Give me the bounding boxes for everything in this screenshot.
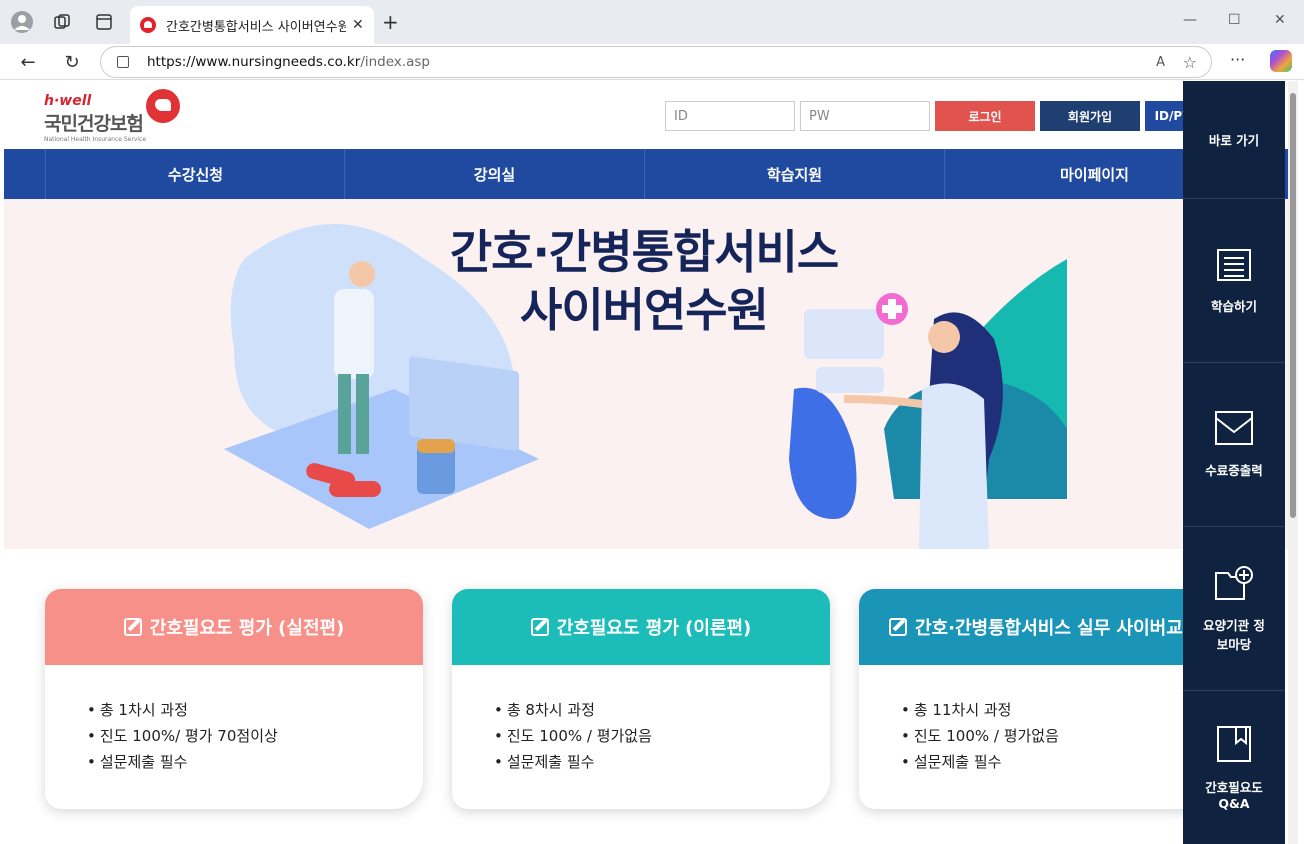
quick-item-institution-info[interactable]: 요양기관 정보마당 bbox=[1183, 527, 1285, 691]
tab-title: 간호간병통합서비스 사이버연수원 bbox=[166, 19, 346, 35]
hero-title-line1: 간호·간병통합서비스 bbox=[449, 225, 839, 279]
close-tab-icon[interactable]: ✕ bbox=[352, 17, 364, 33]
favicon-icon bbox=[140, 17, 156, 33]
hero-title-line2: 사이버연수원 bbox=[520, 283, 769, 337]
course-cards: 간호필요도 평가 (실전편) 총 1차시 과정 진도 100%/ 평가 70점이… bbox=[4, 549, 1298, 844]
nav-item-enroll[interactable]: 수강신청 bbox=[45, 149, 345, 199]
course-detail: 설문제출 필수 bbox=[87, 749, 423, 775]
url-host: https://www.nursingneeds.co.kr bbox=[147, 54, 361, 70]
edit-icon bbox=[530, 618, 549, 636]
edit-icon bbox=[123, 618, 142, 636]
scrollbar-thumb[interactable] bbox=[1290, 93, 1296, 518]
quick-menu: 바로 가기 학습하기 수료증출력 요양기관 정보마당 간호필요도 Q&A bbox=[1183, 81, 1285, 844]
lock-icon bbox=[117, 56, 129, 68]
minimize-icon[interactable]: — bbox=[1183, 12, 1197, 28]
more-menu-icon[interactable]: ··· bbox=[1230, 50, 1245, 69]
quick-item-certificate[interactable]: 수료증출력 bbox=[1183, 363, 1285, 527]
course-card-theory[interactable]: 간호필요도 평가 (이론편) 총 8차시 과정 진도 100% / 평가없음 설… bbox=[452, 589, 830, 809]
signup-button[interactable]: 회원가입 bbox=[1040, 101, 1140, 131]
maximize-icon[interactable]: ☐ bbox=[1228, 12, 1241, 28]
back-icon[interactable]: ← bbox=[16, 50, 40, 74]
course-card-head: 간호·간병통합서비스 실무 사이버교육 bbox=[859, 589, 1237, 665]
quick-item-qna[interactable]: 간호필요도 Q&A bbox=[1183, 691, 1285, 844]
workspaces-icon[interactable] bbox=[50, 10, 74, 34]
course-card-title: 간호필요도 평가 (실전편) bbox=[149, 618, 345, 639]
address-bar-row: ← ↻ https://www.nursingneeds.co.kr/index… bbox=[0, 44, 1304, 80]
tab-actions-icon[interactable] bbox=[92, 10, 116, 34]
course-detail: 총 8차시 과정 bbox=[494, 697, 830, 723]
nav-item-support[interactable]: 학습지원 bbox=[644, 149, 944, 199]
quick-item-label: 수료증출력 bbox=[1205, 463, 1263, 478]
main-nav: 수강신청 강의실 학습지원 마이페이지 bbox=[4, 149, 1298, 199]
browser-tab[interactable]: 간호간병통합서비스 사이버연수원 ✕ bbox=[130, 6, 374, 44]
read-aloud-icon[interactable]: A bbox=[1156, 55, 1165, 70]
document-icon bbox=[1217, 249, 1251, 281]
course-detail: 진도 100%/ 평가 70점이상 bbox=[87, 723, 423, 749]
course-card-details: 총 11차시 과정 진도 100% / 평가없음 설문제출 필수 bbox=[859, 665, 1237, 775]
course-card-details: 총 1차시 과정 진도 100%/ 평가 70점이상 설문제출 필수 bbox=[45, 665, 423, 775]
hero-banner: 간호·간병통합서비스 사이버연수원 bbox=[4, 199, 1298, 549]
quick-item-label: 요양기관 정보마당 bbox=[1203, 617, 1265, 652]
course-card-head: 간호필요도 평가 (실전편) bbox=[45, 589, 423, 665]
page-scrollbar[interactable] bbox=[1288, 81, 1298, 844]
hero-title: 간호·간병통합서비스 사이버연수원 bbox=[364, 223, 924, 339]
refresh-icon[interactable]: ↻ bbox=[60, 50, 84, 74]
url-path: /index.asp bbox=[360, 54, 430, 70]
login-button[interactable]: 로그인 bbox=[935, 101, 1035, 131]
course-detail: 설문제출 필수 bbox=[494, 749, 830, 775]
profile-icon[interactable] bbox=[10, 10, 34, 34]
quick-menu-title: 바로 가기 bbox=[1183, 81, 1285, 199]
quick-item-label: 학습하기 bbox=[1210, 299, 1257, 314]
close-window-icon[interactable]: ✕ bbox=[1274, 12, 1286, 28]
copilot-icon[interactable] bbox=[1270, 50, 1292, 72]
logo-sub: National Health Insurance Service bbox=[44, 136, 147, 143]
course-card-practical[interactable]: 간호필요도 평가 (실전편) 총 1차시 과정 진도 100%/ 평가 70점이… bbox=[45, 589, 423, 809]
folder-plus-icon bbox=[1215, 565, 1253, 600]
quick-item-study[interactable]: 학습하기 bbox=[1183, 199, 1285, 363]
edit-icon bbox=[889, 618, 907, 636]
envelope-icon bbox=[1215, 411, 1253, 445]
course-detail: 진도 100% / 평가없음 bbox=[494, 723, 830, 749]
browser-tabbar: 간호간병통합서비스 사이버연수원 ✕ + — ☐ ✕ bbox=[0, 0, 1304, 44]
course-card-details: 총 8차시 과정 진도 100% / 평가없음 설문제출 필수 bbox=[452, 665, 830, 775]
nav-item-classroom[interactable]: 강의실 bbox=[344, 149, 644, 199]
nhis-logo[interactable]: h·well 국민건강보험 National Health Insurance … bbox=[44, 89, 180, 143]
course-card-title: 간호·간병통합서비스 실무 사이버교육 bbox=[915, 618, 1200, 639]
course-card-head: 간호필요도 평가 (이론편) bbox=[452, 589, 830, 665]
web-page: h·well 국민건강보험 National Health Insurance … bbox=[4, 81, 1298, 844]
pw-input[interactable]: PW bbox=[800, 101, 930, 131]
heart-logo-icon bbox=[146, 89, 180, 123]
favorite-star-icon[interactable]: ☆ bbox=[1183, 53, 1197, 72]
bookmark-icon bbox=[1217, 725, 1251, 762]
quick-item-label: 간호필요도 Q&A bbox=[1205, 779, 1263, 811]
logo-main: 국민건강보험 bbox=[44, 113, 144, 135]
url-field[interactable]: https://www.nursingneeds.co.kr/index.asp… bbox=[100, 46, 1212, 78]
id-input[interactable]: ID bbox=[665, 101, 795, 131]
course-card-service[interactable]: 간호·간병통합서비스 실무 사이버교육 총 11차시 과정 진도 100% / … bbox=[859, 589, 1237, 809]
course-detail: 총 1차시 과정 bbox=[87, 697, 423, 723]
logo-hwell: h·well bbox=[44, 93, 92, 109]
course-card-title: 간호필요도 평가 (이론편) bbox=[556, 618, 752, 639]
new-tab-icon[interactable]: + bbox=[382, 10, 399, 34]
